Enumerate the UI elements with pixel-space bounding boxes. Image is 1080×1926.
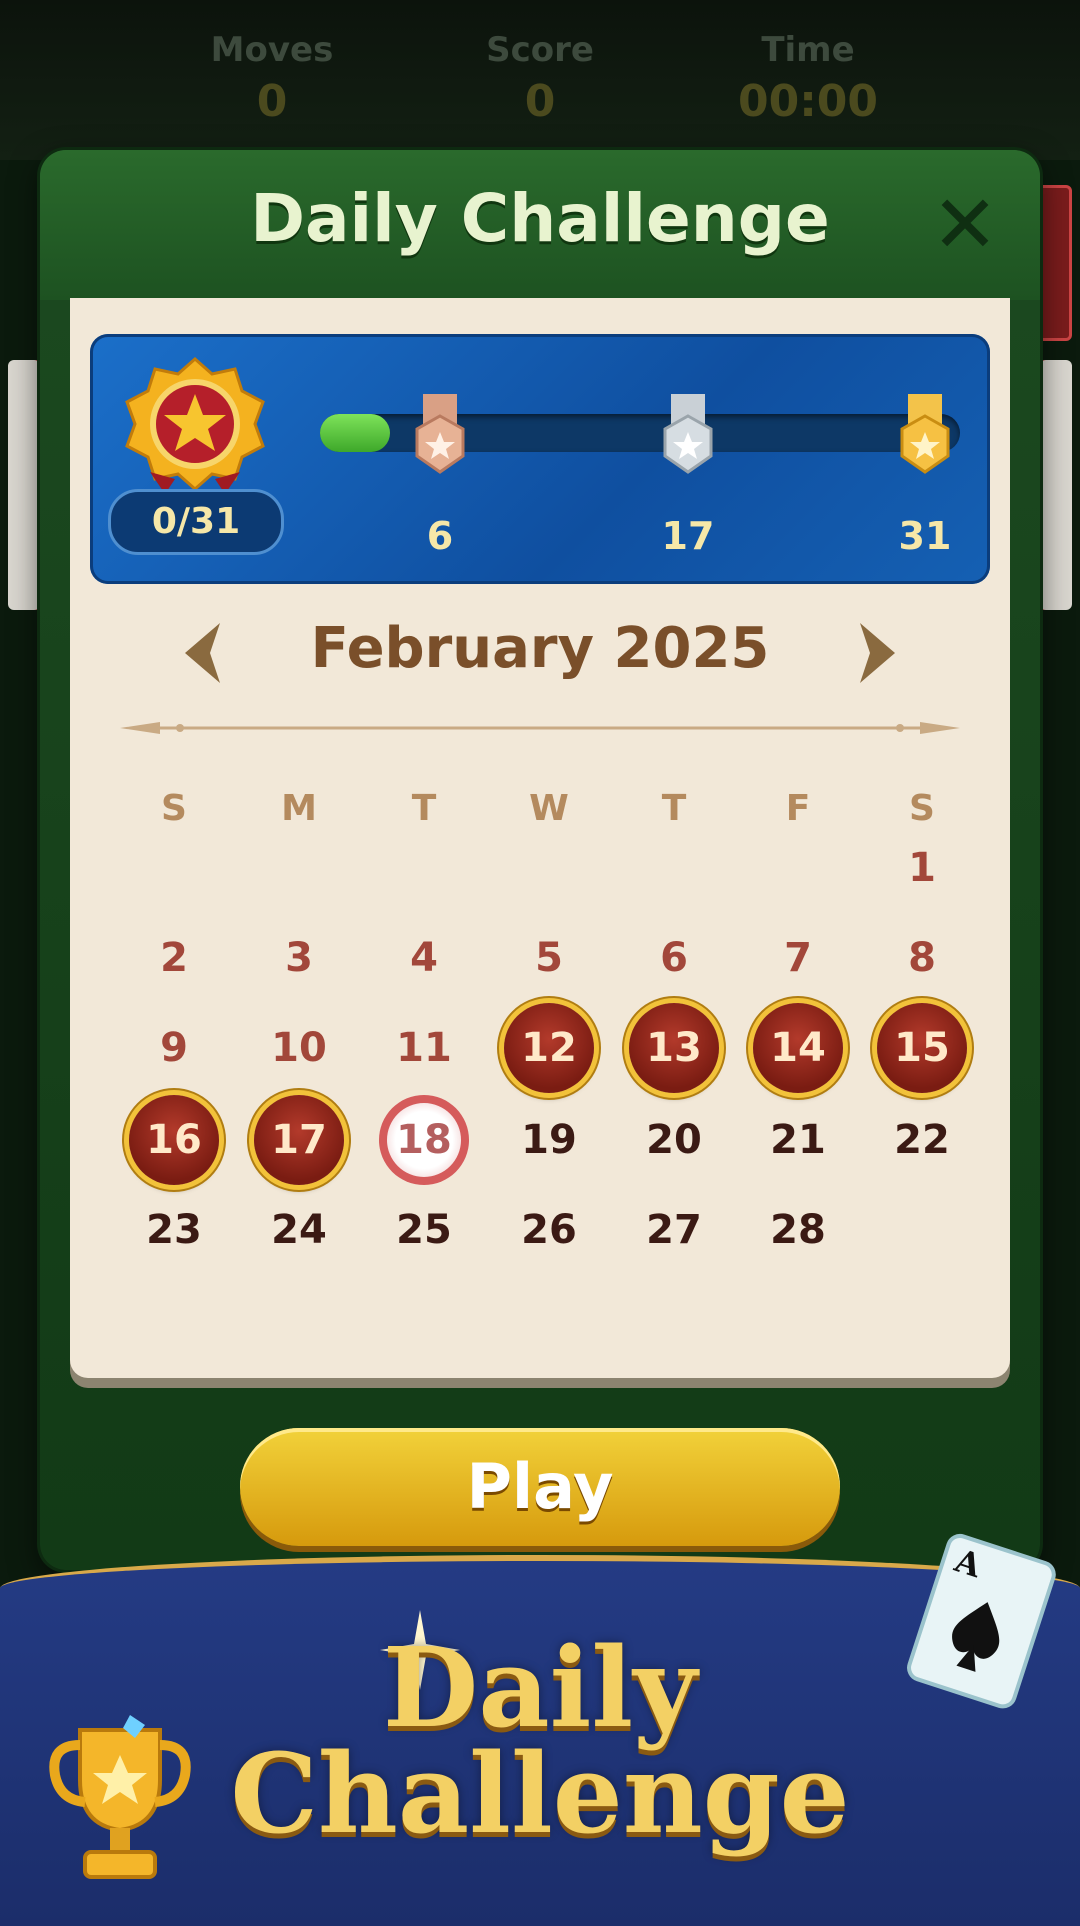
time-label: Time: [761, 30, 855, 70]
calendar-day-4[interactable]: 4: [379, 913, 469, 1003]
calendar-day-22[interactable]: 22: [877, 1095, 967, 1185]
calendar-day-14[interactable]: 14: [753, 1003, 843, 1093]
calendar-day-17[interactable]: 17: [254, 1095, 344, 1185]
progress-fill: [320, 414, 391, 452]
calendar-day-2[interactable]: 2: [129, 913, 219, 1003]
calendar-day-10[interactable]: 10: [254, 1003, 344, 1093]
ace-of-spades-card-icon: A: [907, 1533, 1056, 1709]
calendar-day-15[interactable]: 15: [877, 1003, 967, 1093]
calendar-day-5[interactable]: 5: [504, 913, 594, 1003]
dialog-title: Daily Challenge: [250, 180, 830, 257]
ornamental-divider: [120, 722, 960, 734]
calendar-day-11[interactable]: 11: [379, 1003, 469, 1093]
moves-label: Moves: [210, 30, 334, 70]
calendar-day-26[interactable]: 26: [504, 1185, 594, 1275]
silver-medal-icon: [663, 394, 713, 474]
calendar-day-19[interactable]: 19: [504, 1095, 594, 1185]
daily-challenge-dialog: Daily Challenge ✕ 0/31 6 17 31 February …: [40, 150, 1040, 1570]
weekday-label: W: [529, 788, 569, 829]
weekday-label: T: [661, 788, 687, 829]
weekday-header: SMTWTFS: [70, 788, 1010, 838]
bronze-medal-icon: [415, 394, 465, 474]
month-navigation: February 2025: [70, 598, 1010, 698]
time-stat: Time 00:00: [688, 30, 928, 127]
progress-card: 0/31 6 17 31: [90, 334, 990, 584]
background-card-right: [1036, 360, 1072, 610]
calendar-day-16[interactable]: 16: [129, 1095, 219, 1185]
calendar-day-9[interactable]: 9: [129, 1003, 219, 1093]
calendar-day-24[interactable]: 24: [254, 1185, 344, 1275]
calendar-day-20[interactable]: 20: [629, 1095, 719, 1185]
weekday-label: M: [281, 788, 317, 829]
calendar-day-27[interactable]: 27: [629, 1185, 719, 1275]
calendar-day-1[interactable]: 1: [877, 823, 967, 913]
calendar-day-23[interactable]: 23: [129, 1185, 219, 1275]
time-value: 00:00: [737, 76, 879, 127]
calendar-day-21[interactable]: 21: [753, 1095, 843, 1185]
calendar-day-12[interactable]: 12: [504, 1003, 594, 1093]
moves-value: 0: [256, 76, 288, 127]
star-badge-icon: [125, 356, 265, 494]
next-month-button[interactable]: [850, 618, 900, 688]
calendar-panel: 0/31 6 17 31 February 2025 S M T W T F S…: [70, 298, 1010, 1378]
background-card-left: [8, 360, 44, 610]
milestone-3-value: 31: [898, 514, 952, 558]
close-icon: ✕: [931, 178, 999, 271]
score-value: 0: [524, 76, 556, 127]
play-button[interactable]: Play: [240, 1428, 840, 1546]
calendar-day-3[interactable]: 3: [254, 913, 344, 1003]
calendar-day-25[interactable]: 25: [379, 1185, 469, 1275]
trophy-icon: [49, 1715, 191, 1879]
score-stat: Score 0: [420, 30, 660, 127]
calendar-day-6[interactable]: 6: [629, 913, 719, 1003]
weekday-label: T: [411, 788, 437, 829]
moves-stat: Moves 0: [152, 30, 392, 127]
milestone-2-value: 17: [661, 514, 715, 558]
close-button[interactable]: ✕: [930, 185, 1000, 265]
weekday-label: S: [161, 788, 187, 829]
calendar-day-28[interactable]: 28: [753, 1185, 843, 1275]
weekday-label: F: [785, 788, 811, 829]
milestone-1-value: 6: [426, 514, 454, 558]
calendar-day-13[interactable]: 13: [629, 1003, 719, 1093]
calendar-day-18[interactable]: 18: [379, 1095, 469, 1185]
top-status-bar: Moves 0 Score 0 Time 00:00: [0, 0, 1080, 160]
calendar-day-8[interactable]: 8: [877, 913, 967, 1003]
gold-medal-icon: [900, 394, 950, 474]
calendar-day-7[interactable]: 7: [753, 913, 843, 1003]
score-label: Score: [486, 30, 594, 70]
dialog-header: Daily Challenge ✕: [40, 150, 1040, 300]
challenge-count: 0/31: [108, 489, 284, 555]
